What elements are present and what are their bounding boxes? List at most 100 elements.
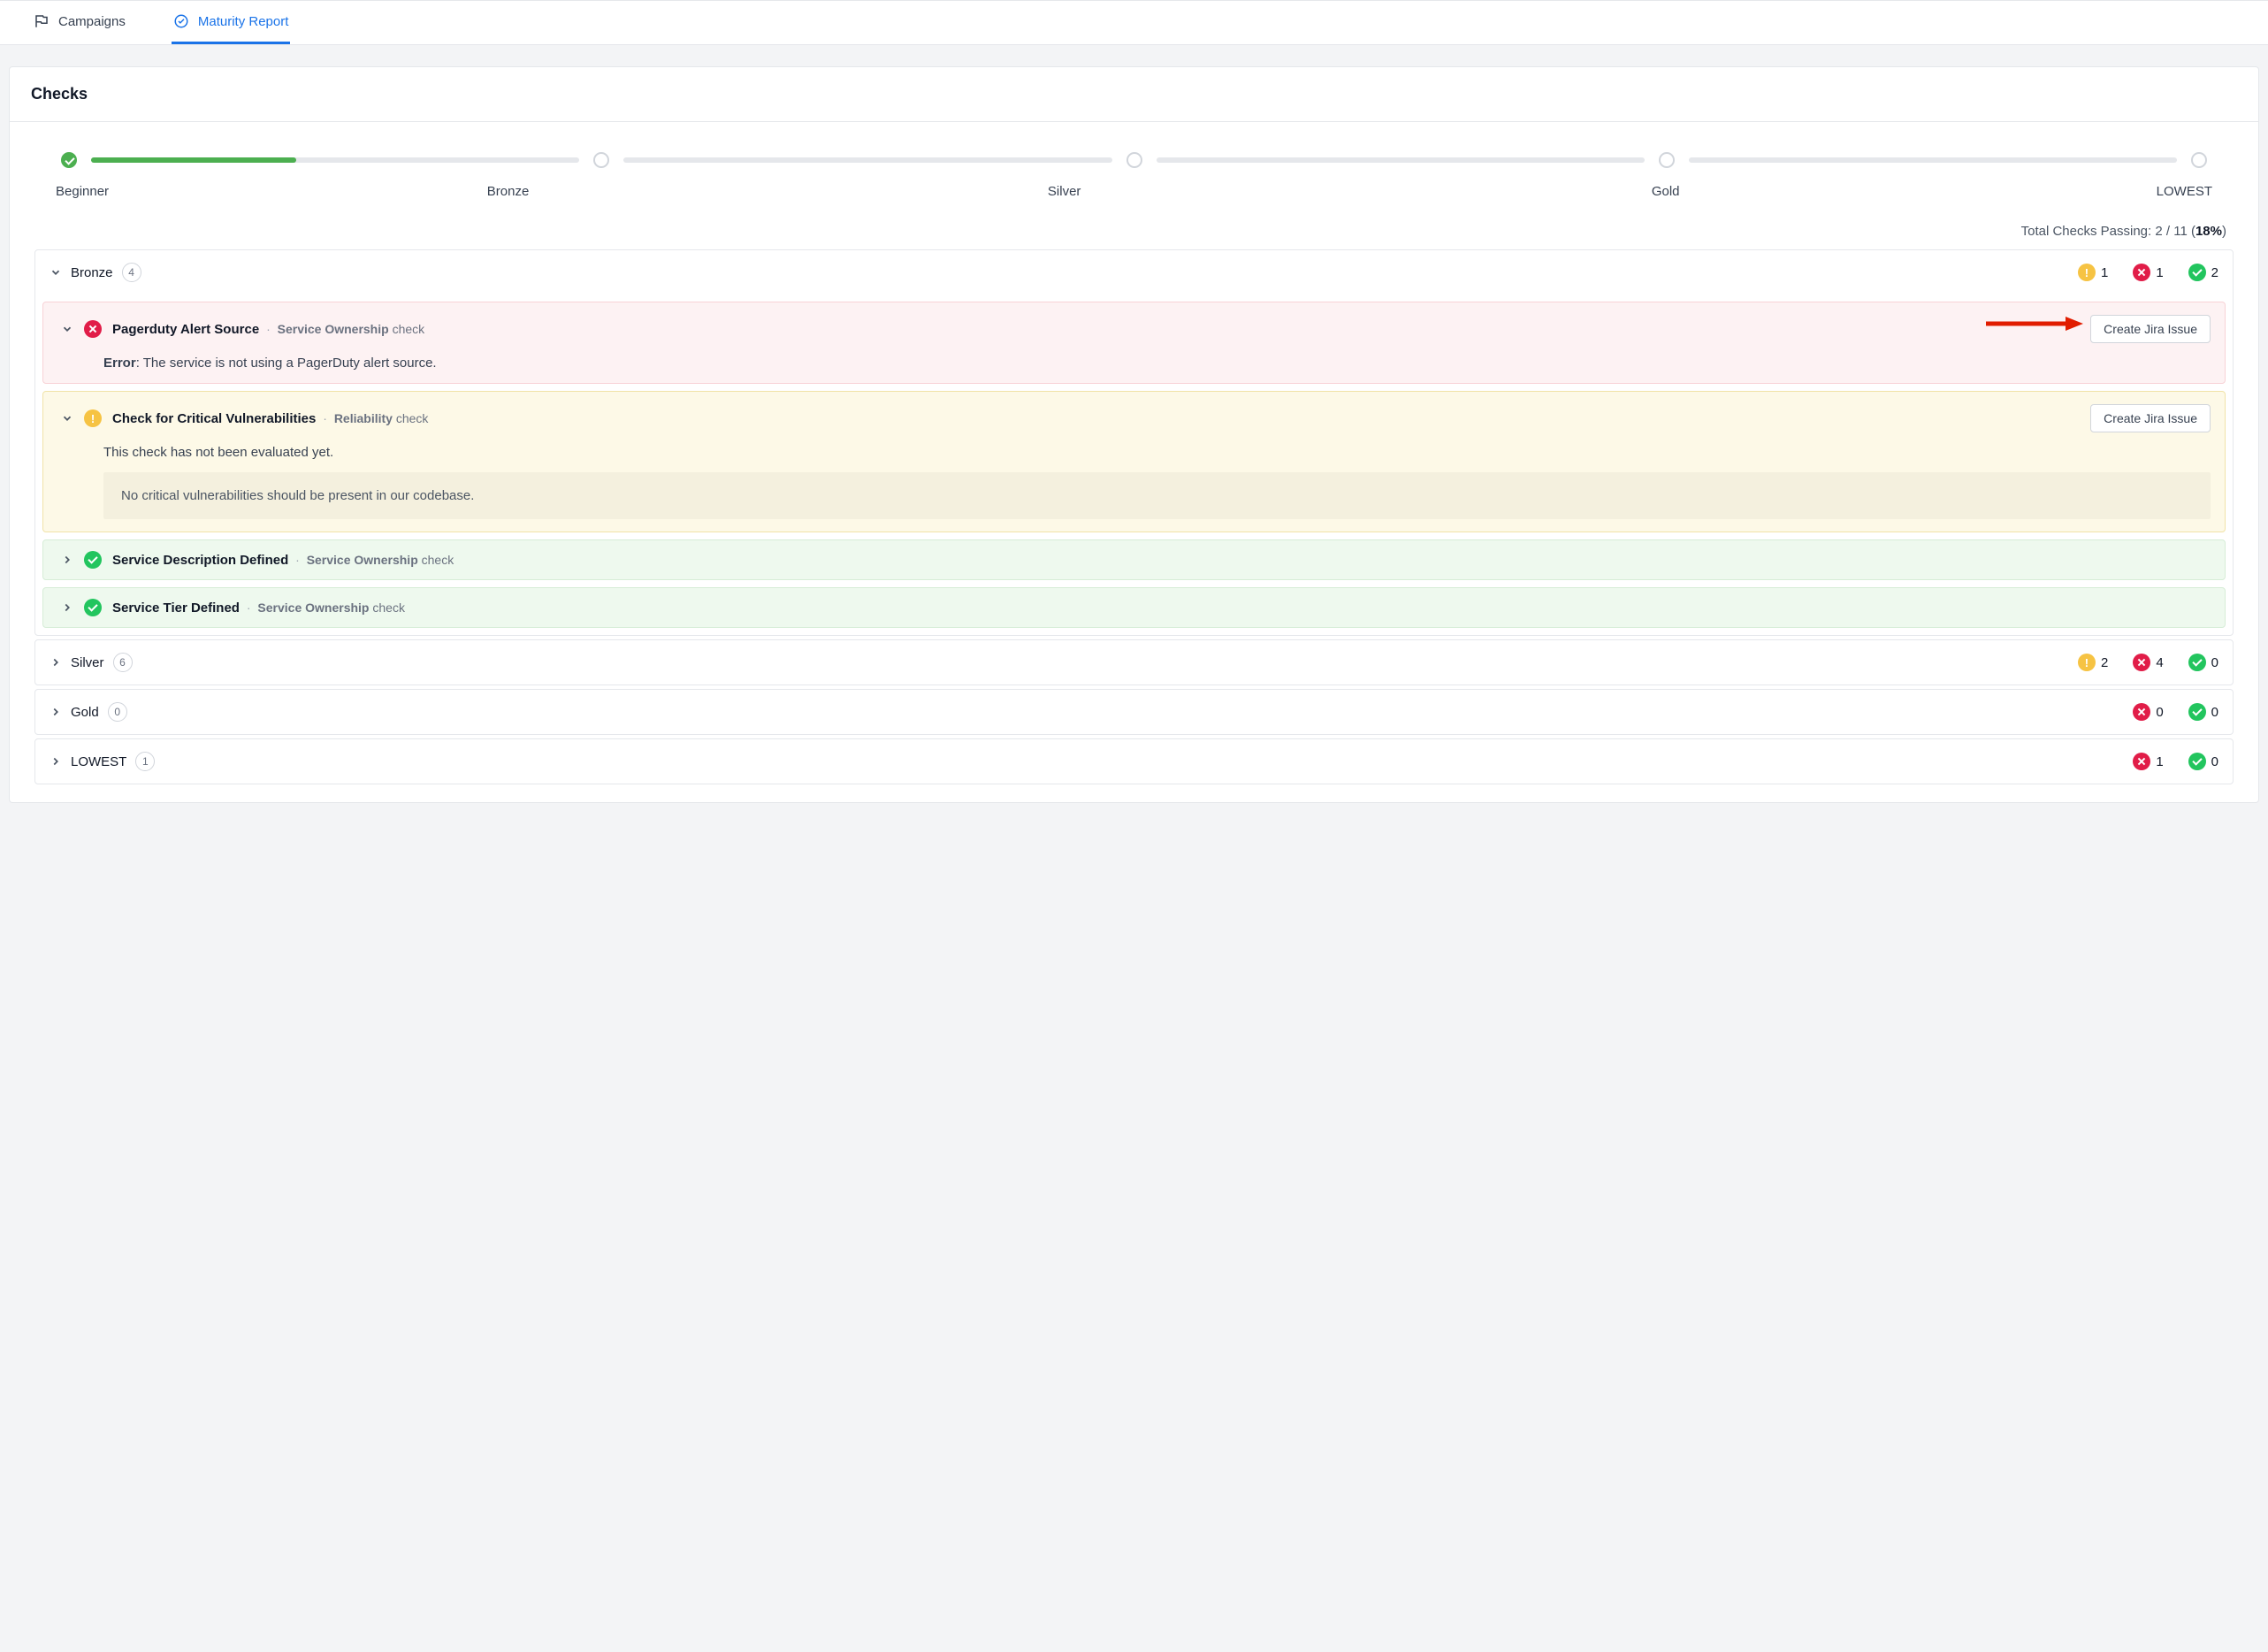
check-title: Service Description Defined [112,553,288,568]
create-jira-issue-button[interactable]: Create Jira Issue [2090,404,2211,432]
check-category: Service Ownership [257,600,369,615]
checks-panel: Checks Beginner Bronze Silver Gold LOWES… [9,66,2259,803]
totals-sep: / [2163,224,2174,239]
stat-ok: 0 [2188,654,2218,671]
ok-icon [2188,753,2206,770]
ok-icon [2188,654,2206,671]
tab-label: Campaigns [58,14,126,29]
check-category: Reliability [334,411,393,425]
stat-warn: 1 [2078,264,2108,281]
ok-icon [84,551,102,569]
level-count-badge: 1 [135,752,155,771]
stage-dot-silver [1126,152,1142,168]
check-row-ok: Service Tier Defined · Service Ownership… [42,587,2226,628]
stat-value: 0 [2211,655,2218,670]
stage-label: Gold [1349,184,1910,199]
stat-err: 1 [2133,753,2163,770]
totals-open: ( [2188,224,2195,239]
check-body: This check has not been evaluated yet. [61,445,2211,460]
check-body-label: Error [103,356,136,371]
error-icon [2133,654,2150,671]
stage-labels: Beginner Bronze Silver Gold LOWEST [34,175,2234,199]
level-header[interactable]: Gold 0 0 0 [35,690,2233,734]
tab-label: Maturity Report [198,14,289,29]
level-name: Silver [71,655,104,670]
flag-icon [34,13,50,29]
stage-label: LOWEST [1911,184,2213,199]
stat-ok: 0 [2188,753,2218,770]
stat-ok: 2 [2188,264,2218,281]
stat-ok: 0 [2188,703,2218,721]
level-name: LOWEST [71,754,126,769]
chevron-right-icon[interactable] [61,601,73,614]
check-title: Check for Critical Vulnerabilities [112,411,316,426]
annotation-arrow [1986,315,2083,333]
check-suffix: check [372,600,405,615]
chevron-right-icon [50,706,62,718]
check-title: Service Tier Defined [112,600,240,616]
check-category: Service Ownership [307,553,418,567]
stat-value: 0 [2211,705,2218,720]
stat-value: 2 [2101,655,2108,670]
stat-value: 1 [2156,265,2163,280]
check-body: Error: The service is not using a PagerD… [61,356,2211,371]
level-count-badge: 0 [108,702,127,722]
chevron-down-icon[interactable] [61,412,73,424]
stat-value: 1 [2156,754,2163,769]
stat-value: 4 [2156,655,2163,670]
totals-total: 11 [2173,224,2188,239]
check-body-text: This check has not been evaluated yet. [103,445,333,460]
stat-value: 0 [2211,754,2218,769]
warn-icon [2078,264,2096,281]
chevron-down-icon[interactable] [61,323,73,335]
error-icon [2133,753,2150,770]
tabs-bar: Campaigns Maturity Report [0,0,2268,45]
chevron-right-icon[interactable] [61,554,73,566]
check-body-text: The service is not using a PagerDuty ale… [143,356,437,371]
level-gold: Gold 0 0 0 [34,689,2234,735]
error-icon [84,320,102,338]
check-row-warning: Check for Critical Vulnerabilities · Rel… [42,391,2226,532]
check-body-sep: : [136,356,143,371]
totals-line: Total Checks Passing: 2 / 11 (18%) [34,199,2234,249]
tab-campaigns[interactable]: Campaigns [32,1,127,44]
stage-dot-beginner [61,152,77,168]
stat-warn: 2 [2078,654,2108,671]
stage-label: Silver [789,184,1349,199]
stage-progress [34,140,2234,175]
level-header-bronze[interactable]: Bronze 4 1 1 2 [35,250,2233,294]
check-suffix: check [396,411,429,425]
check-note: No critical vulnerabilities should be pr… [103,472,2211,519]
level-header[interactable]: Silver6240 [35,640,2233,685]
tab-maturity-report[interactable]: Maturity Report [172,1,291,44]
stage-label: Beginner [56,184,271,199]
warn-icon [84,409,102,427]
error-icon [2133,264,2150,281]
level-name: Gold [71,705,99,720]
warn-icon [2078,654,2096,671]
level-name: Bronze [71,265,113,280]
panel-title: Checks [10,67,2258,122]
ok-icon [2188,703,2206,721]
chevron-right-icon [50,656,62,669]
stage-dot-lowest [2191,152,2207,168]
check-suffix: check [422,553,454,567]
chevron-down-icon [50,266,62,279]
stage-bar-fill [91,157,296,163]
create-jira-issue-button[interactable]: Create Jira Issue [2090,315,2211,343]
check-category: Service Ownership [278,322,389,336]
stage-bar [91,157,579,163]
ok-icon [2188,264,2206,281]
stat-value: 0 [2156,705,2163,720]
stage-label: Bronze [271,184,789,199]
level-header[interactable]: LOWEST 1 1 0 [35,739,2233,784]
chevron-right-icon [50,755,62,768]
stage-bar [1157,157,1645,163]
level-lowest: LOWEST 1 1 0 [34,738,2234,784]
stage-dot-bronze [593,152,609,168]
level-bronze: Bronze 4 1 1 2 Pagerduty Alert Source · … [34,249,2234,636]
check-row-error: Pagerduty Alert Source · Service Ownersh… [42,302,2226,384]
stage-bar [623,157,1111,163]
check-circle-icon [173,13,189,29]
check-suffix: check [393,322,425,336]
